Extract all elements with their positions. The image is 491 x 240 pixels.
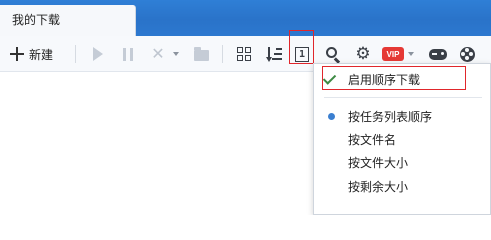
grid-view-button[interactable] [233, 36, 255, 72]
download-window: 我的下载 新建 ✕ 1 ⚙ VIP 启用顺序下载 按任务列表顺序 按文件名 按文… [0, 0, 491, 215]
delete-dropdown-button[interactable] [171, 36, 181, 72]
chevron-down-icon [173, 52, 179, 56]
play-icon [93, 47, 103, 61]
menu-divider [324, 97, 482, 98]
toolbar-divider [75, 45, 76, 63]
toolbar-divider [222, 45, 223, 63]
menu-item-task-order[interactable]: 按任务列表顺序 [314, 105, 490, 127]
delete-button[interactable]: ✕ [147, 36, 169, 72]
search-icon [325, 46, 341, 63]
grid-view-icon [237, 47, 251, 61]
radio-dot-icon [328, 112, 335, 120]
sort-button[interactable] [263, 36, 285, 72]
pause-button[interactable] [117, 36, 139, 72]
gear-icon: ⚙ [355, 43, 371, 64]
start-button[interactable] [87, 36, 109, 72]
game-icon [429, 48, 447, 60]
menu-item-label: 按文件大小 [348, 155, 409, 170]
delete-icon: ✕ [151, 44, 165, 63]
menu-item-label: 按文件名 [348, 132, 397, 147]
plus-icon [10, 47, 24, 61]
chevron-down-icon [408, 52, 414, 56]
sort-icon [266, 46, 282, 62]
folder-icon [193, 46, 209, 61]
menu-item-by-filename[interactable]: 按文件名 [314, 128, 490, 150]
menu-item-label: 按任务列表顺序 [348, 109, 433, 124]
tab-label: 我的下载 [12, 13, 61, 27]
new-task-button[interactable]: 新建 [10, 36, 64, 72]
menu-item-highlight [322, 66, 466, 90]
menu-item-label: 按剩余大小 [348, 179, 409, 194]
new-task-label: 新建 [29, 47, 54, 62]
menu-item-by-filesize[interactable]: 按文件大小 [314, 151, 490, 173]
vip-icon: VIP [382, 47, 404, 61]
sequential-button-highlight [289, 30, 314, 64]
pause-icon [123, 47, 133, 61]
title-bar: 我的下载 [0, 0, 491, 36]
open-folder-button[interactable] [190, 36, 212, 72]
tab-my-downloads[interactable]: 我的下载 [0, 5, 136, 36]
menu-item-by-remaining[interactable]: 按剩余大小 [314, 175, 490, 197]
film-icon [459, 46, 475, 62]
